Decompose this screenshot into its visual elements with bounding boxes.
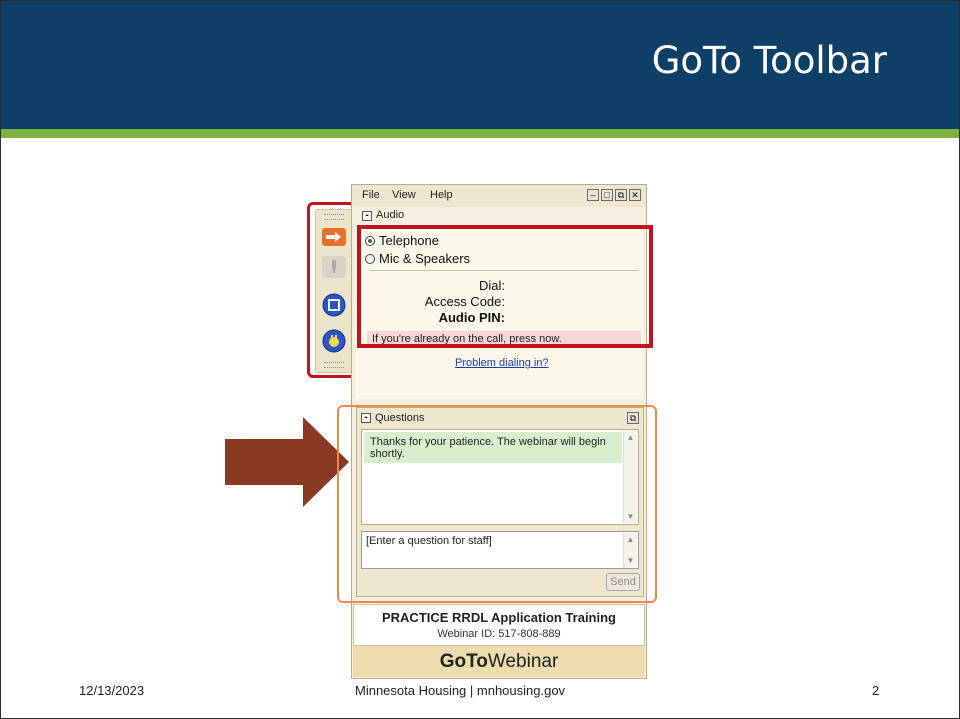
footer-date: 12/13/2023 — [79, 683, 145, 698]
questions-highlight-box — [337, 405, 657, 603]
slide-header: GoTo Toolbar — [1, 1, 959, 129]
menu-help[interactable]: Help — [430, 189, 453, 201]
screen-share-button[interactable] — [321, 292, 347, 318]
footer-org: Minnesota Housing | mnhousing.gov — [355, 683, 566, 698]
callout-arrow-icon — [225, 417, 349, 507]
toolbar-grip-bottom[interactable] — [324, 362, 344, 368]
show-panel-arrow-icon — [322, 228, 346, 246]
screen-share-icon — [322, 293, 346, 317]
problem-dialing-link[interactable]: Problem dialing in? — [455, 357, 549, 369]
audio-highlight-box — [357, 225, 653, 348]
slide: GoTo Toolbar File View Help – □ ⧉ ✕ - Au… — [0, 0, 960, 719]
maximize-button[interactable]: □ — [601, 189, 613, 201]
gotowebinar-logo: GoToWebinar — [353, 646, 645, 677]
logo-webinar: Webinar — [487, 651, 559, 672]
page-number: 2 — [872, 683, 880, 698]
show-panel-button[interactable] — [321, 224, 347, 250]
side-toolbar — [315, 209, 353, 373]
raise-hand-icon — [322, 329, 346, 353]
raise-hand-button[interactable] — [321, 328, 347, 354]
audio-section-header[interactable]: - Audio — [356, 208, 644, 224]
menu-file[interactable]: File — [362, 189, 380, 201]
minimize-button[interactable]: – — [587, 189, 599, 201]
collapse-audio-icon[interactable]: - — [362, 211, 372, 221]
menu-bar: File View Help – □ ⧉ ✕ — [352, 185, 646, 207]
microphone-icon — [322, 256, 346, 278]
toolbar-grip-top[interactable] — [324, 214, 344, 220]
slide-title: GoTo Toolbar — [651, 39, 887, 82]
menu-view[interactable]: View — [392, 189, 416, 201]
logo-goto: GoTo — [439, 651, 488, 672]
microphone-button[interactable] — [321, 254, 347, 280]
webinar-id: Webinar ID: 517-808-889 — [437, 628, 561, 640]
audio-section-label: Audio — [376, 209, 405, 221]
restore-button[interactable]: ⧉ — [615, 189, 627, 201]
session-title: PRACTICE RRDL Application Training — [381, 610, 616, 625]
session-info: PRACTICE RRDL Application Training Webin… — [353, 604, 645, 646]
header-accent-stripe — [1, 129, 959, 138]
close-button[interactable]: ✕ — [629, 189, 641, 201]
